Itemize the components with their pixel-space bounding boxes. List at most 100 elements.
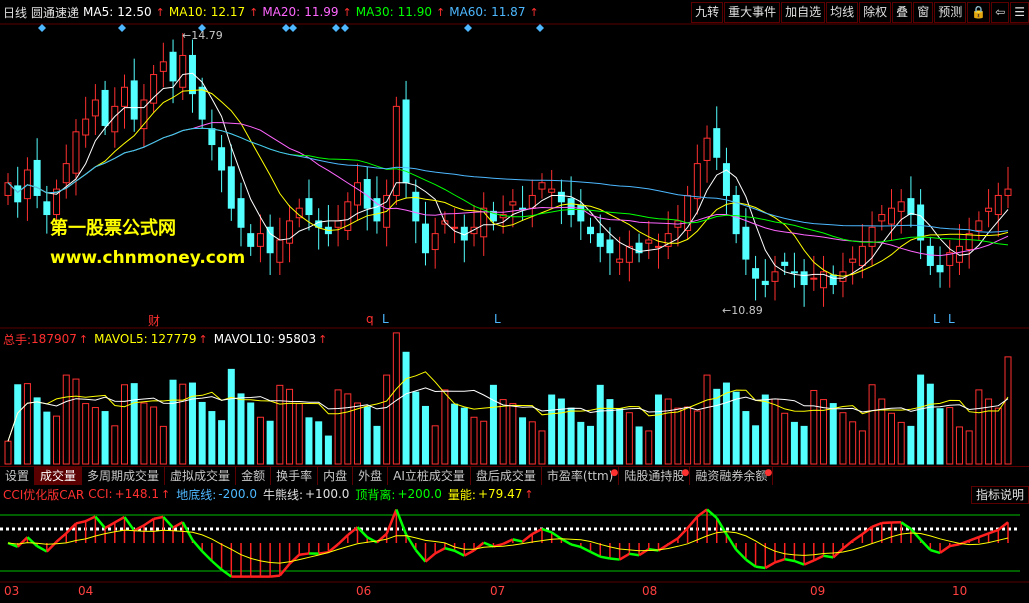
tab-outer[interactable]: 外盘 <box>353 467 389 485</box>
tab-turnover[interactable]: 换手率 <box>271 467 319 485</box>
x-tick-09: 09 <box>810 584 826 598</box>
volume-bar <box>800 425 808 465</box>
volume-bar <box>72 378 80 465</box>
volume-bar <box>654 394 662 465</box>
cci-line <box>909 528 922 541</box>
volume-bar <box>946 407 954 465</box>
event-diamond-icon <box>341 24 349 32</box>
tab-hk-connect[interactable]: 陆股通持股 ● <box>619 467 691 485</box>
volume-bar <box>373 425 381 465</box>
candle-body <box>868 226 876 247</box>
tab-inner[interactable]: 内盘 <box>318 467 354 485</box>
candle-body <box>198 86 206 120</box>
high-price-label: ←14.79 <box>182 29 223 42</box>
volume-bar <box>4 440 12 465</box>
candle-body <box>256 233 264 247</box>
cci-line <box>288 553 301 565</box>
volume-bar <box>256 416 264 465</box>
tab-ai-volume[interactable]: AI立桩成交量 <box>388 467 471 485</box>
cci-line <box>104 521 116 530</box>
event-diamond-icon <box>38 24 46 32</box>
candle-body <box>693 163 701 200</box>
volume-bar <box>994 407 1002 465</box>
volume-bar <box>489 384 497 465</box>
tab-multi-period-volume[interactable]: 多周期成交量 <box>82 467 166 485</box>
volume-bar <box>188 382 196 465</box>
candle-body <box>412 191 420 222</box>
volume-bar <box>955 426 963 465</box>
volume-bar <box>111 425 119 465</box>
volume-bar <box>140 402 148 465</box>
cci-line <box>172 521 184 529</box>
event-diamond-icon <box>536 24 544 32</box>
volume-bar <box>383 374 391 465</box>
volume-bar <box>538 430 546 465</box>
candle-body <box>829 274 837 286</box>
volume-bar <box>363 406 371 465</box>
volume-bar <box>334 389 342 465</box>
cci-line <box>619 552 630 561</box>
indicator-help-button[interactable]: 指标说明 <box>970 486 1029 504</box>
cci-line <box>211 560 223 571</box>
event-diamond-icon <box>289 24 297 32</box>
candle-body <box>917 204 925 241</box>
stock-chart-canvas[interactable] <box>0 0 1029 603</box>
cci-line <box>580 545 592 553</box>
volume-bar <box>606 399 614 465</box>
bull-value: +100.0 <box>305 487 350 501</box>
cci-line <box>414 549 427 563</box>
candle-body <box>121 86 129 107</box>
volume-bar <box>548 394 556 465</box>
volume-bar <box>179 383 187 465</box>
volume-bar <box>752 425 760 465</box>
candle-body <box>907 198 915 216</box>
volume-bar <box>431 425 439 465</box>
x-tick-07: 07 <box>490 584 506 598</box>
cci-line <box>686 515 699 529</box>
volume-bar <box>286 388 294 465</box>
candle-body <box>509 201 517 206</box>
candle-body <box>82 118 90 136</box>
cci-line <box>26 536 38 548</box>
volume-bar <box>208 411 216 465</box>
cci-line <box>278 563 291 577</box>
volume-bar <box>402 351 410 465</box>
volume-bar <box>344 393 352 465</box>
tab-settings[interactable]: 设置 <box>0 467 36 485</box>
candle-body <box>305 198 313 216</box>
volume-bar <box>664 398 672 465</box>
tab-volume[interactable]: 成交量 <box>35 467 83 485</box>
volume-bar <box>917 374 925 465</box>
volume-bar <box>645 430 653 465</box>
candle-body <box>431 233 439 251</box>
tab-amount[interactable]: 金额 <box>236 467 272 485</box>
watermark-title: 第一股票公式网 <box>50 218 176 239</box>
volume-bar <box>43 411 51 465</box>
cci-line <box>755 565 766 570</box>
volume-bar <box>315 421 323 465</box>
volume-bar <box>567 407 575 465</box>
tab-hk-connect-label: 陆股通持股 <box>624 469 685 483</box>
cci-line <box>201 550 213 562</box>
volume-bar <box>703 374 711 465</box>
candle-body <box>91 99 99 117</box>
top-value: +200.0 <box>397 487 442 501</box>
volume-bar <box>470 416 478 465</box>
candle-body <box>130 80 138 120</box>
candle-body <box>557 191 565 203</box>
x-tick-10: 10 <box>952 584 968 598</box>
tab-virtual-volume[interactable]: 虚拟成交量 <box>165 467 237 485</box>
tab-after-hours-volume[interactable]: 盘后成交量 <box>471 467 542 485</box>
candle-body <box>752 268 760 279</box>
cci-line <box>75 519 86 525</box>
candle-body <box>761 280 769 286</box>
event-diamond-icon <box>332 24 340 32</box>
tab-margin[interactable]: 融资融券余额 ● <box>690 467 774 485</box>
cci-line <box>881 521 892 525</box>
candle-body <box>354 182 362 206</box>
x-tick-03: 03 <box>4 584 20 598</box>
candle-body <box>247 233 255 247</box>
volume-bar <box>91 407 99 465</box>
top-label: 顶背离: <box>355 487 396 502</box>
tab-pe-ttm[interactable]: 市盈率(ttm) ● <box>542 467 620 485</box>
